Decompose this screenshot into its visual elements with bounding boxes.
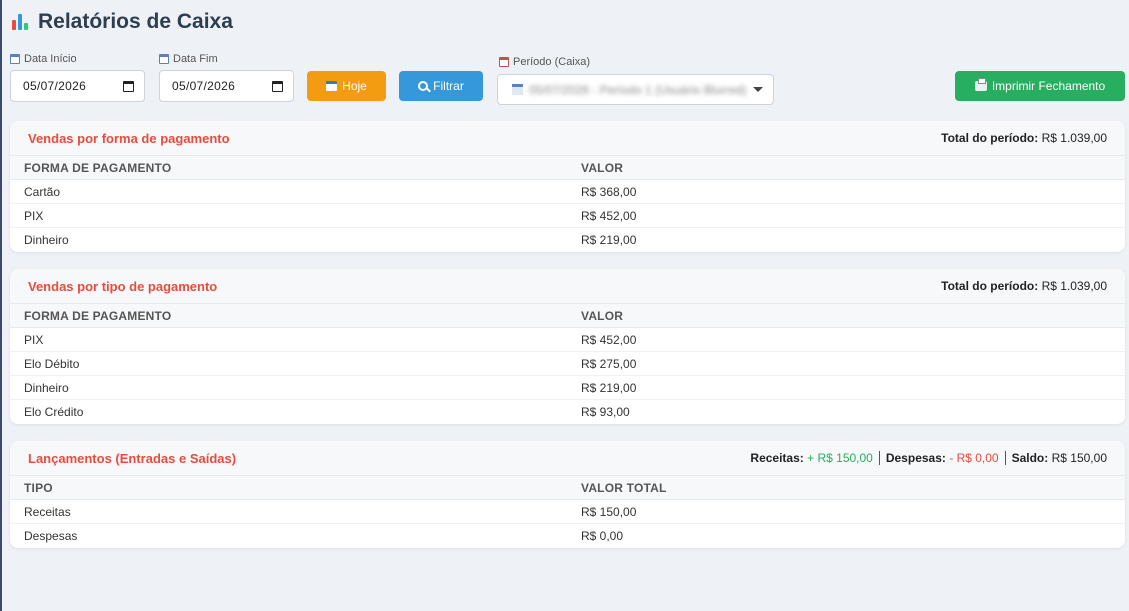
end-date-label: Data Fim [159, 52, 294, 66]
start-date-input[interactable]: 05/07/2026 [10, 70, 145, 102]
table-row: Elo Crédito R$ 93,00 [24, 405, 630, 419]
card-header: Lançamentos (Entradas e Saídas) Receitas… [10, 441, 1125, 476]
table-row: Elo Débito R$ 275,00 [10, 352, 1125, 376]
card-title: Vendas por tipo de pagamento [28, 278, 218, 294]
period-label: Período (Caixa) [499, 55, 590, 69]
start-date-label: Data Início [10, 52, 145, 66]
card-title: Lançamentos (Entradas e Saídas) [28, 450, 237, 466]
entries-summary: Receitas: + R$ 150,00 Despesas: - R$ 0,00… [750, 451, 1107, 465]
print-closing-button[interactable]: Imprimir Fechamento [955, 71, 1125, 101]
page-header: Relatórios de Caixa [10, 10, 1125, 34]
calendar-icon [10, 54, 20, 64]
chevron-down-icon[interactable] [753, 87, 763, 92]
search-icon [418, 81, 429, 91]
calendar-picker-icon[interactable] [123, 80, 134, 92]
table-row: Cartão R$ 368,00 [10, 180, 1125, 204]
calendar-picker-icon[interactable] [272, 80, 283, 92]
table-header: FORMA DE PAGAMENTO VALOR [10, 156, 1125, 180]
period-select[interactable]: 05/07/2026 - Período 1 (Usuário Blurred) [497, 74, 774, 105]
table-row: PIX R$ 452,00 [10, 328, 1125, 352]
expense-value: - R$ 0,00 [949, 451, 999, 465]
today-button[interactable]: Hoje [307, 71, 386, 101]
period-selected-value: 05/07/2026 - Período 1 (Usuário Blurred) [529, 82, 747, 97]
table-row: Despesas R$ 0,00 [24, 529, 624, 543]
page-title: Relatórios de Caixa [38, 10, 233, 33]
payment-forms-card: Vendas por forma de pagamento Total do p… [10, 121, 1125, 252]
start-date-field: Data Início 05/07/2026 [10, 52, 145, 102]
calendar-icon [499, 57, 509, 67]
card-header: Vendas por forma de pagamento Total do p… [10, 121, 1125, 156]
printer-icon [974, 78, 987, 91]
period-total: Total do período: R$ 1.039,00 [941, 279, 1107, 293]
table-row: Dinheiro R$ 219,00 [10, 376, 1125, 400]
period-field-label-wrap: Período (Caixa) [499, 55, 590, 69]
card-title: Vendas por forma de pagamento [28, 130, 230, 146]
end-date-input[interactable]: 05/07/2026 [159, 70, 294, 102]
table-row: PIX R$ 452,00 [10, 204, 1125, 228]
table-row: Receitas R$ 150,00 [10, 500, 1125, 524]
period-total: Total do período: R$ 1.039,00 [941, 131, 1107, 145]
calendar-icon [159, 54, 169, 64]
calendar-icon [326, 81, 338, 91]
table-header: TIPO VALOR TOTAL [10, 476, 1125, 500]
window-edge [0, 0, 2, 611]
calendar-icon [512, 84, 523, 95]
table-row: Dinheiro R$ 219,00 [24, 233, 637, 247]
income-value: + R$ 150,00 [807, 451, 873, 465]
balance-value: R$ 150,00 [1051, 451, 1107, 465]
end-date-field: Data Fim 05/07/2026 [159, 52, 294, 102]
filter-button[interactable]: Filtrar [399, 71, 483, 101]
bar-chart-icon [10, 12, 30, 32]
page: Relatórios de Caixa Data Início 05/07/20… [0, 0, 1129, 122]
table-header: FORMA DE PAGAMENTO VALOR [10, 304, 1125, 328]
card-header: Vendas por tipo de pagamento Total do pe… [10, 269, 1125, 304]
filter-bar: Data Início 05/07/2026 Data Fim 05/07/20… [10, 52, 1125, 122]
payment-types-card: Vendas por tipo de pagamento Total do pe… [10, 269, 1125, 424]
entries-card: Lançamentos (Entradas e Saídas) Receitas… [10, 441, 1125, 548]
